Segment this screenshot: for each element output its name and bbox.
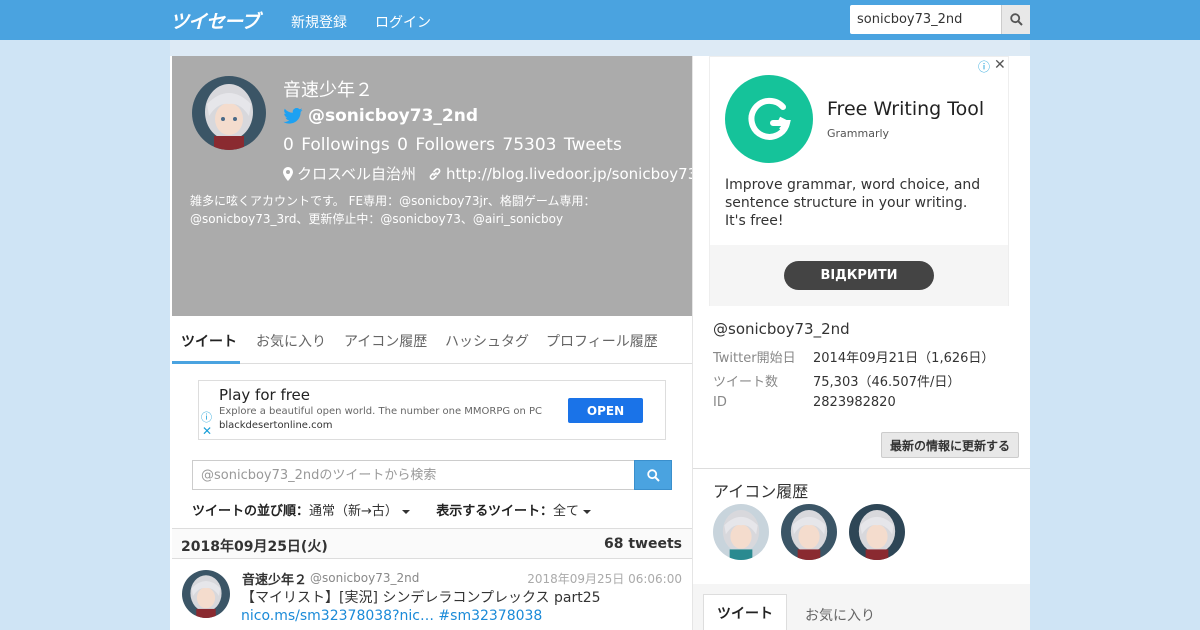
twitter-bird-icon <box>283 108 303 124</box>
main-container: 音速少年２ @sonicboy73_2nd 0 Followings 0 Fol… <box>170 56 1030 630</box>
sort-order-dropdown[interactable]: ツイートの並び順：通常（新→古） <box>192 504 410 519</box>
tweet-search-button[interactable] <box>634 460 672 490</box>
side-tab-favorites[interactable]: お気に入り <box>805 605 875 625</box>
date-group-header: 2018年09月25日(火) 68 tweets <box>172 528 692 559</box>
ad-info-icon[interactable]: ⓘ <box>978 58 990 75</box>
tweet-body: 【マイリスト】[実況] シンデレラコンプレックス part25 <box>241 590 601 606</box>
profile-handle-row: @sonicboy73_2nd <box>283 106 478 126</box>
site-search <box>850 5 1030 34</box>
tweet-search-input[interactable] <box>192 460 635 490</box>
search-icon <box>646 468 660 482</box>
chevron-down-icon <box>401 509 410 514</box>
tweet-timestamp[interactable]: 2018年09月25日 06:06:00 <box>527 570 682 587</box>
search-icon <box>1009 13 1023 26</box>
account-handle: @sonicboy73_2nd <box>713 320 850 338</box>
profile-name: 音速少年２ <box>283 80 373 101</box>
info-label-tweet-count: ツイート数 <box>713 375 779 390</box>
profile-counts: 0 Followings 0 Followers 75303 Tweets <box>283 135 624 155</box>
tweet-filter-value: 全て <box>552 504 579 519</box>
profile-meta: クロスベル自治州 http://blog.livedoor.jp/sonicbo… <box>283 163 697 184</box>
info-label-start-date: Twitter開始日 <box>713 351 796 366</box>
register-link[interactable]: 新規登録 <box>291 12 347 32</box>
profile-url[interactable]: http://blog.livedoor.jp/sonicboy73 <box>446 165 697 183</box>
tab-favorites[interactable]: お気に入り <box>256 331 326 351</box>
tweet-link[interactable]: nico.ms/sm32378038?nic… <box>241 608 434 624</box>
tweet-filter-label: 表示するツイート： <box>436 504 553 519</box>
side-ad[interactable]: ⓘ ✕ Free Writing Tool Grammarly Improve … <box>709 56 1009 306</box>
map-pin-icon <box>283 166 293 181</box>
profile-header: 音速少年２ @sonicboy73_2nd 0 Followings 0 Fol… <box>172 56 697 316</box>
login-link[interactable]: ログイン <box>375 12 431 32</box>
tab-hashtags[interactable]: ハッシュタグ <box>445 331 529 351</box>
chevron-down-icon <box>582 509 591 514</box>
sort-order-label: ツイートの並び順： <box>192 504 310 519</box>
tweets-count: 75303 <box>502 135 557 155</box>
profile-bio: 雑多に呟くアカウントです。 FE専用：@sonicboy73jr、格闘ゲーム専用… <box>190 194 596 226</box>
date-group-count: 68 tweets <box>604 536 682 552</box>
icon-history-title: アイコン履歴 <box>713 482 809 501</box>
tab-icon-history[interactable]: アイコン履歴 <box>344 331 427 351</box>
ad-description: Explore a beautiful open world. The numb… <box>219 406 542 417</box>
tab-profile-history[interactable]: プロフィール履歴 <box>546 331 658 351</box>
tweet-author-handle[interactable]: @sonicboy73_2nd <box>310 571 419 585</box>
side-tab-tweets[interactable]: ツイート <box>703 594 787 630</box>
site-search-input[interactable] <box>850 5 1001 34</box>
tweet-hashtag[interactable]: #sm32378038 <box>438 608 542 624</box>
ad-info-icon[interactable]: ⓘ <box>201 409 212 425</box>
top-nav-bar: ツイセーブ 新規登録 ログイン <box>0 0 1200 40</box>
link-icon <box>429 167 441 180</box>
tweet-avatar[interactable] <box>182 570 230 618</box>
ad-close-icon[interactable]: ✕ <box>202 424 212 438</box>
tweet-author-name[interactable]: 音速少年２ <box>242 569 307 588</box>
info-value-id: 2823982820 <box>813 395 896 410</box>
profile-location: クロスベル自治州 <box>297 165 416 183</box>
tweet-filter-dropdown[interactable]: 表示するツイート：全て <box>436 504 591 519</box>
side-ad-description: Improve grammar, word choice, and senten… <box>725 177 981 229</box>
active-tab-indicator <box>172 361 240 364</box>
profile-handle: @sonicboy73_2nd <box>308 106 478 126</box>
tweet-text: 【マイリスト】[実況] シンデレラコンプレックス part25 nico.ms/… <box>241 589 683 625</box>
sub-bar <box>170 40 1030 56</box>
icon-history-avatar[interactable] <box>781 504 837 560</box>
ad-title: Play for free <box>219 386 311 404</box>
ad-banner[interactable]: ⓘ ✕ Play for free Explore a beautiful op… <box>198 380 666 440</box>
side-ad-brand: Grammarly <box>827 127 890 140</box>
column-divider <box>692 56 693 630</box>
profile-tabs: ツイート お気に入り アイコン履歴 ハッシュタグ プロフィール履歴 <box>172 316 692 364</box>
refresh-info-button[interactable]: 最新の情報に更新する <box>881 432 1019 458</box>
tweets-label: Tweets <box>563 135 622 155</box>
info-value-start-date: 2014年09月21日（1,626日） <box>813 351 995 366</box>
ad-open-button[interactable]: OPEN <box>568 398 643 423</box>
followers-label: Followers <box>415 135 495 155</box>
grammarly-logo-icon <box>725 75 813 163</box>
side-ad-title: Free Writing Tool <box>827 98 985 120</box>
profile-link[interactable]: http://blog.livedoor.jp/sonicboy73 <box>428 165 697 183</box>
followers-count: 0 <box>397 135 408 155</box>
tweet-search <box>192 460 672 490</box>
icon-history-avatar[interactable] <box>849 504 905 560</box>
sort-controls: ツイートの並び順：通常（新→古） 表示するツイート：全て <box>192 500 591 519</box>
ad-domain: blackdesertonline.com <box>219 420 333 431</box>
tab-tweets[interactable]: ツイート <box>181 331 237 351</box>
site-logo[interactable]: ツイセーブ <box>170 7 260 34</box>
ad-close-icon[interactable]: ✕ <box>994 57 1006 73</box>
info-label-id: ID <box>713 395 727 410</box>
side-ad-button[interactable]: ВІДКРИТИ <box>784 261 934 290</box>
followings-label: Followings <box>301 135 390 155</box>
icon-history-avatar[interactable] <box>713 504 769 560</box>
site-search-button[interactable] <box>1001 5 1030 34</box>
section-divider <box>693 468 1030 469</box>
profile-avatar[interactable] <box>192 76 266 150</box>
info-value-tweet-count: 75,303（46.507件/日） <box>813 375 961 390</box>
sort-order-value: 通常（新→古） <box>309 504 398 519</box>
followings-count: 0 <box>283 135 294 155</box>
date-group-date: 2018年09月25日(火) <box>181 539 328 555</box>
